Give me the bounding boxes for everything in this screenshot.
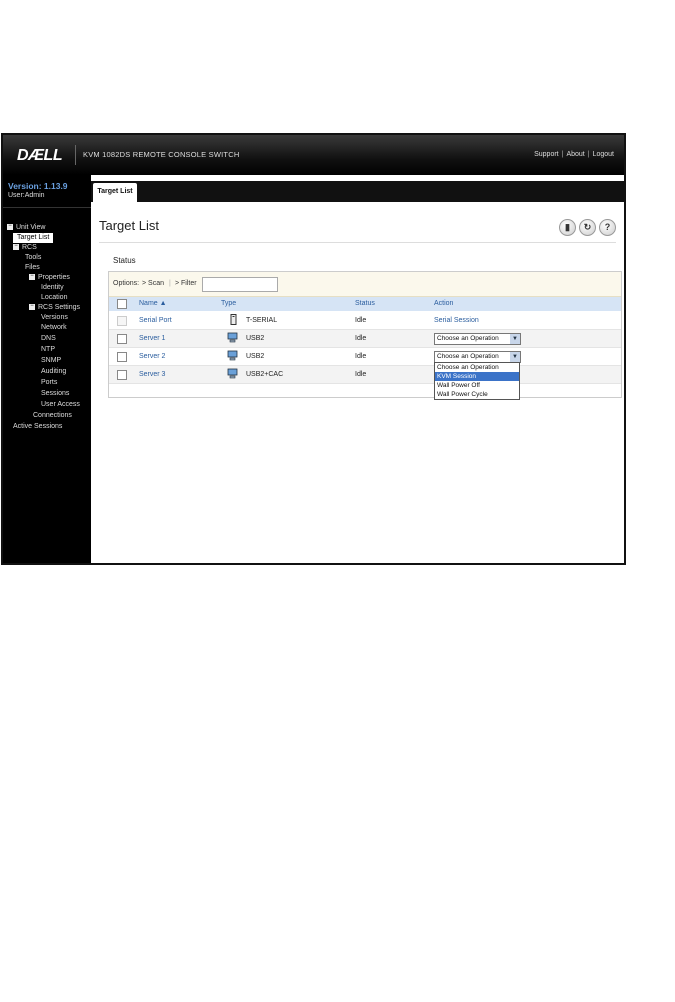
filter-input[interactable] (202, 277, 278, 292)
tree-item-user-access[interactable]: User Access (41, 400, 80, 410)
target-status: Idle (355, 353, 367, 360)
option-wall-power-off[interactable]: Wall Power Off (435, 381, 519, 390)
target-name-link[interactable]: Server 3 (139, 371, 165, 378)
table-row: Server 1 USB2 Idle Choose an Operation ▼ (109, 330, 621, 348)
filter-link[interactable]: > Filter (175, 280, 197, 287)
operation-select[interactable]: Choose an Operation ▼ (434, 333, 521, 345)
refresh-icon[interactable]: ↻ (579, 219, 596, 236)
tree-item-ports[interactable]: Ports (41, 378, 57, 388)
serial-session-link[interactable]: Serial Session (434, 317, 479, 324)
column-action[interactable]: Action (434, 300, 453, 307)
operation-options-list: Choose an Operation KVM Session Wall Pow… (434, 362, 520, 400)
table-row: Server 2 USB2 Idle Choose an Operation ▼ (109, 348, 621, 366)
tree-item-location[interactable]: Location (41, 293, 67, 303)
row-checkbox[interactable] (117, 352, 127, 362)
chevron-down-icon[interactable]: ▼ (510, 352, 520, 362)
table-header: Name ▲ Type Status Action (109, 297, 621, 311)
tree-item-unit-view[interactable]: − Unit View (7, 223, 45, 233)
target-name-link[interactable]: Server 2 (139, 353, 165, 360)
option-wall-power-cycle[interactable]: Wall Power Cycle (435, 390, 519, 399)
target-type: USB2+CAC (246, 371, 284, 378)
divider (75, 145, 76, 165)
top-bar: DÆLL KVM 1082DS REMOTE CONSOLE SWITCH Su… (3, 135, 624, 175)
target-type: USB2 (246, 335, 265, 342)
divider (99, 242, 616, 243)
tree-item-files[interactable]: Files (25, 263, 40, 273)
tree-item-rcs-settings[interactable]: − RCS Settings (29, 303, 80, 313)
options-bar: Options: > Scan | > Filter (109, 272, 621, 297)
serial-device-icon (230, 314, 237, 325)
column-type[interactable]: Type (221, 300, 236, 307)
tree-item-snmp[interactable]: SNMP (41, 356, 61, 366)
target-name-link[interactable]: Serial Port (139, 317, 172, 324)
product-title: KVM 1082DS REMOTE CONSOLE SWITCH (83, 150, 240, 159)
tree-item-properties[interactable]: − Properties (29, 273, 70, 283)
about-link[interactable]: About (566, 151, 584, 158)
target-type: USB2 (246, 353, 265, 360)
options-separator: | (169, 280, 171, 287)
tree-item-rcs[interactable]: − RCS (13, 243, 37, 253)
version-label: Version: 1.13.9 (8, 181, 68, 191)
tree-item-tools[interactable]: Tools (25, 253, 41, 263)
status-heading: Status (113, 256, 136, 265)
target-status: Idle (355, 317, 367, 324)
table-row: Serial Port T-SERIAL Idle Serial Session (109, 312, 621, 330)
divider (3, 207, 91, 208)
option-choose-operation[interactable]: Choose an Operation (435, 363, 519, 372)
dell-logo: DÆLL (17, 147, 63, 164)
tree-item-sessions[interactable]: Sessions (41, 389, 69, 399)
computer-icon (227, 368, 238, 379)
tree-item-connections[interactable]: Connections (33, 411, 72, 421)
collapse-icon[interactable]: − (29, 303, 35, 311)
print-icon[interactable]: ▮ (559, 219, 576, 236)
collapse-icon[interactable]: − (13, 243, 19, 251)
sidebar: Version: 1.13.9 User:Admin − Unit View Ta… (3, 175, 91, 563)
collapse-icon[interactable]: − (29, 273, 35, 281)
tab-target-list[interactable]: Target List (93, 183, 137, 202)
chevron-down-icon[interactable]: ▼ (510, 334, 520, 344)
top-links: Support | About | Logout (534, 151, 614, 158)
tree-item-network[interactable]: Network (41, 323, 67, 333)
select-all-checkbox[interactable] (117, 299, 127, 309)
tree-item-versions[interactable]: Versions (41, 313, 68, 323)
tab-bar: Target List (91, 175, 624, 202)
tree-item-target-list[interactable]: Target List (13, 233, 54, 243)
scan-link[interactable]: > Scan (142, 280, 164, 287)
row-checkbox (117, 316, 127, 326)
target-status: Idle (355, 335, 367, 342)
computer-icon (227, 332, 238, 343)
target-type: T-SERIAL (246, 317, 278, 324)
target-name-link[interactable]: Server 1 (139, 335, 165, 342)
row-checkbox[interactable] (117, 370, 127, 380)
column-name[interactable]: Name ▲ (139, 300, 167, 307)
column-status[interactable]: Status (355, 300, 375, 307)
app-window: DÆLL KVM 1082DS REMOTE CONSOLE SWITCH Su… (1, 133, 626, 565)
tree-item-active-sessions[interactable]: Active Sessions (13, 422, 62, 432)
row-checkbox[interactable] (117, 334, 127, 344)
help-icon[interactable]: ? (599, 219, 616, 236)
options-label: Options: (113, 280, 140, 287)
tree-item-auditing[interactable]: Auditing (41, 367, 66, 377)
computer-icon (227, 350, 238, 361)
logout-link[interactable]: Logout (593, 151, 614, 158)
table-row: Server 3 USB2+CAC Idle (109, 366, 621, 384)
target-table-panel: Options: > Scan | > Filter Name ▲ Type S… (108, 271, 622, 398)
target-status: Idle (355, 371, 367, 378)
tree-item-ntp[interactable]: NTP (41, 345, 55, 355)
collapse-icon[interactable]: − (7, 223, 13, 231)
support-link[interactable]: Support (534, 151, 559, 158)
page-title: Target List (99, 218, 159, 233)
tree-item-identity[interactable]: Identity (41, 283, 64, 293)
option-kvm-session[interactable]: KVM Session (435, 372, 519, 381)
tree-item-dns[interactable]: DNS (41, 334, 56, 344)
main-content: Target List ▮ ↻ ? Status Options: > Scan… (91, 202, 624, 563)
user-label: User:Admin (8, 192, 45, 199)
